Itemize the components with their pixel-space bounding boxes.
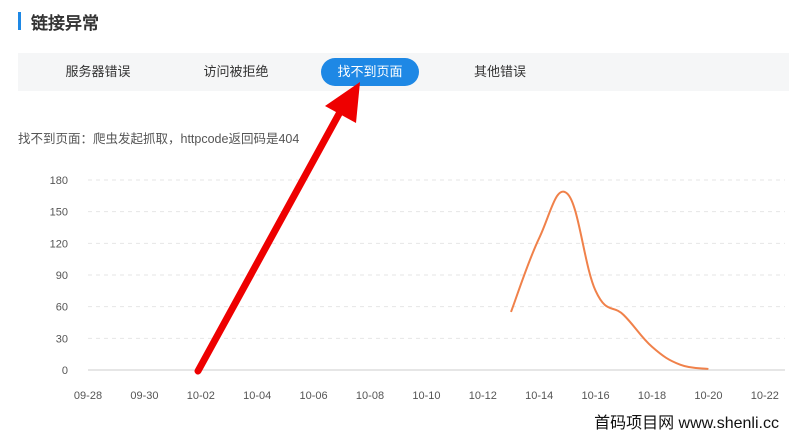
x-tick-label: 10-18	[638, 390, 666, 402]
tab-access-denied[interactable]: 访问被拒绝	[186, 58, 286, 86]
x-tick-label: 10-22	[751, 390, 779, 402]
x-tick-label: 10-02	[187, 390, 215, 402]
x-tick-label: 10-20	[694, 390, 722, 402]
watermark: 首码项目网 www.shenli.cc	[594, 415, 779, 432]
x-tick-label: 09-30	[130, 390, 158, 402]
y-tick-label: 180	[50, 175, 68, 187]
error-description: 找不到页面：爬虫发起抓取，httpcode返回码是404	[18, 132, 300, 146]
section-header: 链接异常	[18, 10, 99, 33]
x-tick-label: 09-28	[74, 390, 102, 402]
section-accent-bar	[18, 12, 21, 30]
x-tick-label: 10-16	[582, 390, 610, 402]
y-tick-label: 30	[56, 333, 68, 345]
y-tick-label: 0	[62, 365, 68, 377]
tab-page-not-found[interactable]: 找不到页面	[321, 58, 419, 86]
y-tick-label: 60	[56, 302, 68, 314]
x-tick-label: 10-04	[243, 390, 271, 402]
x-tick-label: 10-06	[300, 390, 328, 402]
y-tick-label: 150	[50, 207, 68, 219]
section-title: 链接异常	[31, 13, 99, 33]
x-tick-label: 10-08	[356, 390, 384, 402]
x-tick-label: 10-10	[412, 390, 440, 402]
y-tick-label: 120	[50, 238, 68, 250]
series-line	[510, 190, 709, 370]
y-tick-label: 90	[56, 270, 68, 282]
x-tick-label: 10-14	[525, 390, 553, 402]
x-tick-label: 10-12	[469, 390, 497, 402]
tab-bar: 服务器错误 访问被拒绝 找不到页面 其他错误	[18, 53, 789, 91]
tab-other-error[interactable]: 其他错误	[460, 58, 540, 86]
tab-server-error[interactable]: 服务器错误	[48, 58, 148, 86]
error-trend-chart: 0 30 60 90 120 150 180 09-28 09-30 10-02 10-04 10-…	[50, 175, 785, 402]
